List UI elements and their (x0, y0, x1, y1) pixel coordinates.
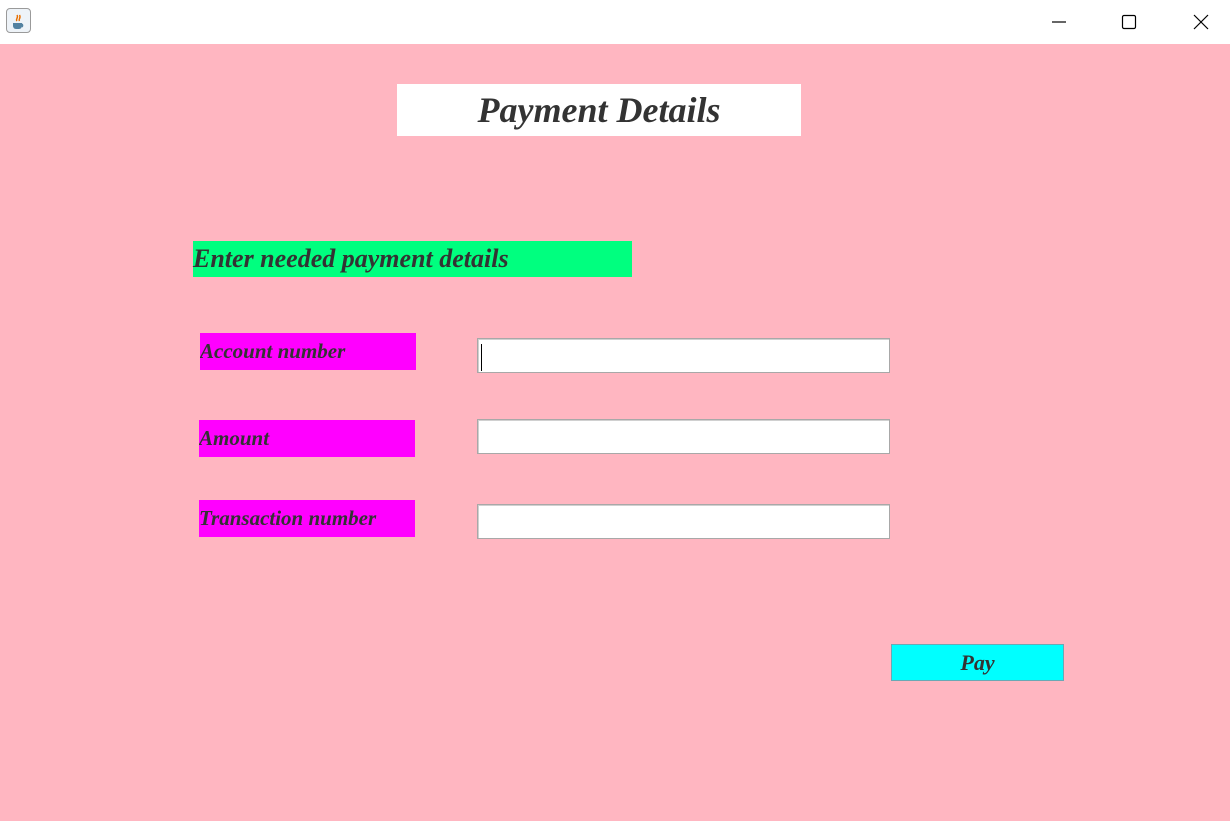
transaction-number-label: Transaction number (199, 500, 415, 537)
window-titlebar (0, 0, 1230, 44)
minimize-icon (1052, 21, 1066, 23)
transaction-number-input[interactable] (477, 504, 890, 539)
account-number-input[interactable] (477, 338, 890, 373)
close-button[interactable] (1166, 0, 1230, 44)
amount-label: Amount (199, 420, 415, 457)
pay-button[interactable]: Pay (891, 644, 1064, 681)
java-icon (6, 8, 31, 33)
account-number-label: Account number (200, 333, 416, 370)
close-icon (1193, 14, 1209, 30)
text-caret (481, 344, 482, 371)
minimize-button[interactable] (1024, 0, 1094, 44)
amount-input[interactable] (477, 419, 890, 454)
page-title: Payment Details (397, 84, 801, 136)
maximize-icon (1121, 14, 1137, 30)
maximize-button[interactable] (1094, 0, 1164, 44)
form-subtitle: Enter needed payment details (193, 241, 632, 277)
payment-panel: Payment Details Enter needed payment det… (0, 44, 1230, 821)
